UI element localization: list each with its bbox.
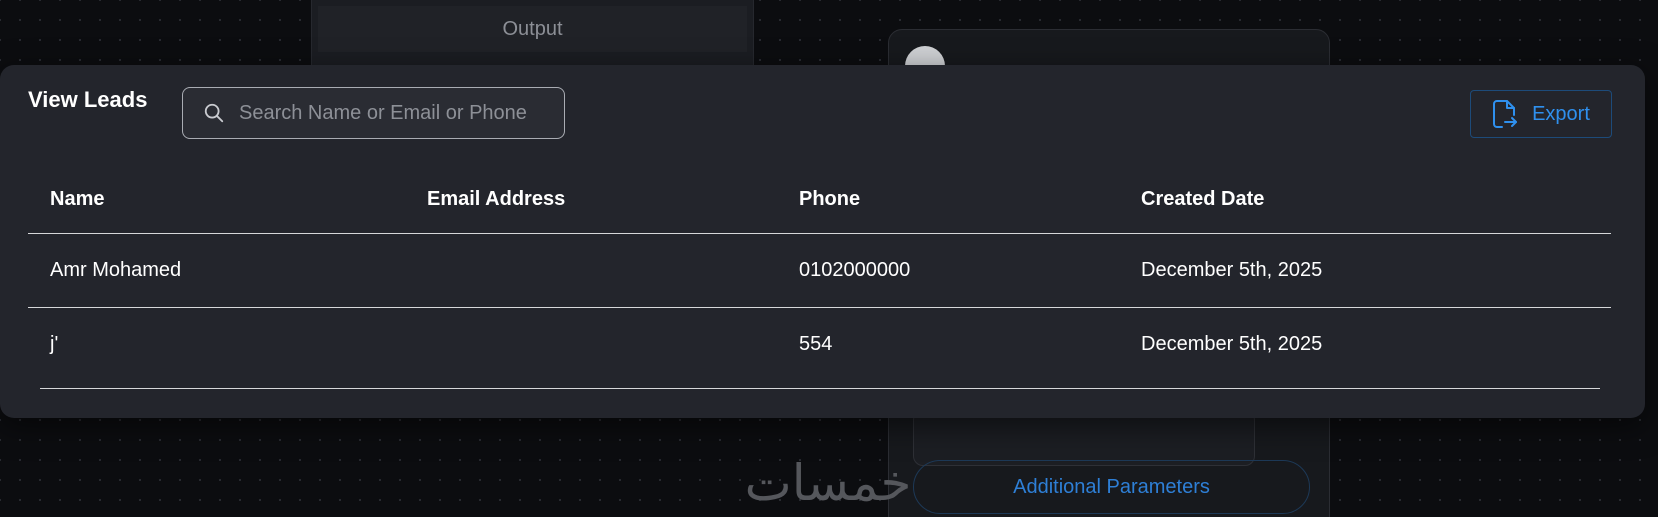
- cell-created-date: December 5th, 2025: [1141, 333, 1323, 355]
- column-header-phone[interactable]: Phone: [777, 165, 1119, 234]
- table-bottom-divider: [40, 388, 1600, 389]
- file-export-icon: [1493, 100, 1518, 128]
- column-header-name[interactable]: Name: [28, 165, 405, 234]
- cell-name: Amr Mohamed: [28, 233, 405, 308]
- column-header-created-date[interactable]: Created Date: [1119, 165, 1611, 234]
- view-leads-modal: View Leads Export Name Email Address Pho…: [0, 65, 1645, 418]
- cell-phone: 0102000000: [777, 233, 1119, 308]
- column-header-email[interactable]: Email Address: [405, 165, 777, 234]
- search-icon: [204, 103, 224, 123]
- cell-created-date: December 5th, 2025: [1119, 233, 1611, 308]
- additional-parameters-button[interactable]: Additional Parameters: [913, 460, 1310, 514]
- cell-email: [405, 233, 777, 308]
- watermark-logo: خمسات: [745, 454, 912, 512]
- node-field: [913, 410, 1255, 466]
- watermark-text: خمسات: [745, 454, 912, 512]
- search-input[interactable]: [237, 100, 552, 126]
- leads-table: Name Email Address Phone Created Date Am…: [28, 165, 1611, 381]
- export-button[interactable]: Export: [1470, 90, 1612, 138]
- table-row[interactable]: j' 554 December 5th, 2025: [28, 308, 1611, 382]
- output-panel-title: Output: [318, 6, 747, 52]
- export-label: Export: [1532, 102, 1590, 125]
- modal-title: View Leads: [28, 87, 148, 112]
- output-panel: Output: [311, 0, 754, 71]
- search-box[interactable]: [182, 87, 565, 139]
- cell-phone: 554: [799, 333, 833, 355]
- cell-email: [405, 308, 777, 382]
- table-row[interactable]: Amr Mohamed 0102000000 December 5th, 202…: [28, 233, 1611, 308]
- cell-name: j': [50, 333, 59, 355]
- table-header-row: Name Email Address Phone Created Date: [28, 165, 1611, 234]
